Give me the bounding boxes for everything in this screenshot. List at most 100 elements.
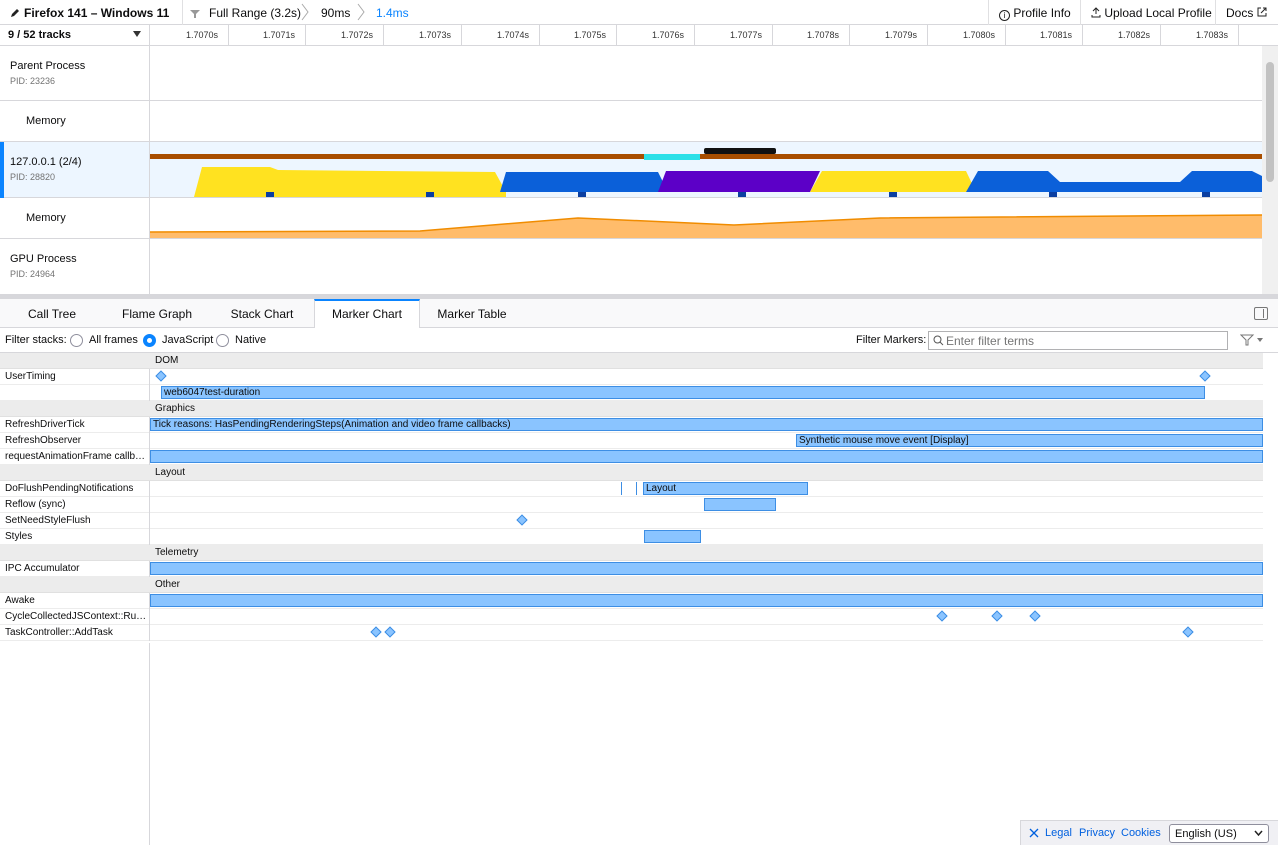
marker-bar[interactable]: Layout (643, 482, 808, 495)
marker-row-reflow[interactable]: Reflow (sync) (0, 497, 1263, 513)
radio-javascript[interactable] (143, 334, 156, 347)
category-label: DOM (155, 355, 179, 366)
marker-row-cyclecollected[interactable]: CycleCollectedJSContext::Ru… (0, 609, 1263, 625)
marker-row-doflush[interactable]: DoFlushPendingNotifications Layout (0, 481, 1263, 497)
marker-row-label: SetNeedStyleFlush (5, 515, 91, 526)
marker-row-label: Reflow (sync) (5, 499, 66, 510)
marker-diamond[interactable] (370, 626, 382, 638)
track-label[interactable]: Memory (0, 101, 150, 141)
marker-row-usertiming-bar[interactable]: web6047test-duration (0, 385, 1263, 401)
marker-bar[interactable]: Synthetic mouse move event [Display] (796, 434, 1263, 447)
track-name: 127.0.0.1 (2/4) (10, 156, 82, 168)
ruler-tick-label: 1.7071s (263, 30, 296, 40)
radio-all-frames-label[interactable]: All frames (89, 334, 138, 346)
cyan-band (644, 154, 700, 160)
ruler-tick-label: 1.7076s (652, 30, 685, 40)
marker-tick[interactable] (621, 482, 622, 495)
radio-native[interactable] (216, 334, 229, 347)
ruler-tick (772, 25, 773, 46)
upload-label: Upload Local Profile (1104, 6, 1212, 20)
track-content-process[interactable]: 127.0.0.1 (2/4) PID: 28820 (0, 142, 1262, 198)
filter-funnel-icon[interactable] (1239, 334, 1264, 349)
tab-flame-graph[interactable]: Flame Graph (112, 299, 202, 328)
track-label[interactable]: Memory (0, 198, 150, 238)
marker-bar[interactable]: Tick reasons: HasPendingRenderingSteps(A… (150, 418, 1263, 431)
breadcrumb-90ms[interactable]: 90ms (321, 6, 350, 20)
upload-profile-button[interactable]: Upload Local Profile (1080, 0, 1222, 25)
chevron-down-icon (1254, 830, 1263, 837)
profile-info-button[interactable]: i Profile Info (988, 0, 1081, 25)
marker-row-raf[interactable]: requestAnimationFrame callb… (0, 449, 1263, 465)
ruler-tick (539, 25, 540, 46)
purple-area (658, 171, 820, 192)
marker-diamond[interactable] (1199, 370, 1211, 382)
ruler-tick-label: 1.7072s (341, 30, 374, 40)
tab-stack-chart[interactable]: Stack Chart (222, 299, 302, 328)
marker-bar[interactable] (150, 562, 1263, 575)
label-column-divider (149, 643, 150, 845)
track-label[interactable]: Parent Process PID: 23236 (0, 46, 150, 100)
docs-button[interactable]: Docs (1215, 0, 1277, 25)
language-select[interactable]: English (US) (1169, 824, 1269, 843)
radio-native-label[interactable]: Native (235, 334, 266, 346)
marker-row-label: DoFlushPendingNotifications (5, 483, 134, 494)
ruler-tick-label: 1.7079s (885, 30, 918, 40)
memory-graph[interactable] (150, 198, 1262, 238)
track-label[interactable]: 127.0.0.1 (2/4) PID: 28820 (0, 142, 150, 197)
breadcrumb-full-range[interactable]: Full Range (3.2s) (209, 6, 301, 20)
track-count-button[interactable]: 9 / 52 tracks (0, 25, 150, 46)
track-name: Parent Process (10, 60, 86, 72)
marker-row-styles[interactable]: Styles (0, 529, 1263, 545)
filter-markers-search[interactable] (928, 331, 1228, 350)
activity-graph[interactable] (150, 142, 1262, 198)
profile-title[interactable]: Firefox 141 – Windows 11 (24, 6, 169, 20)
marker-diamond[interactable] (1182, 626, 1194, 638)
marker-bar[interactable] (150, 450, 1263, 463)
marker-bar[interactable] (150, 594, 1263, 607)
track-pid: PID: 23236 (10, 76, 56, 86)
track-parent-process[interactable]: Parent Process PID: 23236 (0, 46, 1262, 101)
marker-row-awake[interactable]: Awake (0, 593, 1263, 609)
marker-row-addtask[interactable]: TaskController::AddTask (0, 625, 1263, 641)
marker-diamond[interactable] (991, 610, 1003, 622)
marker-diamond[interactable] (384, 626, 396, 638)
marker-diamond[interactable] (1029, 610, 1041, 622)
marker-diamond[interactable] (155, 370, 167, 382)
marker-row-setneedstyleflush[interactable]: SetNeedStyleFlush (0, 513, 1263, 529)
marker-row-usertiming[interactable]: UserTiming (0, 369, 1263, 385)
marker-tick[interactable] (636, 482, 637, 495)
track-label[interactable]: GPU Process PID: 24964 (0, 239, 150, 295)
legal-link[interactable]: Legal (1045, 827, 1072, 839)
marker-bar[interactable]: web6047test-duration (161, 386, 1205, 399)
tab-call-tree[interactable]: Call Tree (12, 299, 92, 328)
brown-band (150, 154, 1262, 159)
cookies-link[interactable]: Cookies (1121, 827, 1161, 839)
marker-row-refreshdrivertick[interactable]: RefreshDriverTick Tick reasons: HasPendi… (0, 417, 1263, 433)
marker-bar[interactable] (704, 498, 776, 511)
profile-info-label: Profile Info (1013, 6, 1071, 20)
track-memory-content[interactable]: Memory (0, 198, 1262, 239)
radio-all-frames[interactable] (70, 334, 83, 347)
track-name: Memory (26, 115, 66, 127)
caret-down-icon (133, 31, 141, 37)
breadcrumb-current[interactable]: 1.4ms (376, 6, 409, 20)
marker-chart[interactable]: DOM UserTiming web6047test-duration Grap… (0, 353, 1263, 643)
filter-markers-input[interactable] (946, 333, 1224, 348)
track-name: Memory (26, 212, 66, 224)
marker-bar[interactable] (644, 530, 701, 543)
radio-javascript-label[interactable]: JavaScript (162, 334, 213, 346)
marker-diamond[interactable] (516, 514, 528, 526)
timeline-scrollbar-thumb[interactable] (1266, 62, 1274, 182)
marker-row-ipc[interactable]: IPC Accumulator (0, 561, 1263, 577)
track-gpu-process[interactable]: GPU Process PID: 24964 (0, 239, 1262, 295)
tab-marker-chart[interactable]: Marker Chart (314, 299, 420, 329)
marker-row-refreshobserver[interactable]: RefreshObserver Synthetic mouse move eve… (0, 433, 1263, 449)
close-icon[interactable] (1029, 827, 1039, 841)
marker-diamond[interactable] (936, 610, 948, 622)
privacy-link[interactable]: Privacy (1079, 827, 1115, 839)
tab-marker-table[interactable]: Marker Table (430, 299, 514, 328)
pencil-icon[interactable] (10, 7, 20, 17)
marker-row-label: Styles (5, 531, 33, 542)
track-memory-parent[interactable]: Memory (0, 101, 1262, 142)
sidebar-toggle-icon[interactable] (1254, 307, 1268, 320)
